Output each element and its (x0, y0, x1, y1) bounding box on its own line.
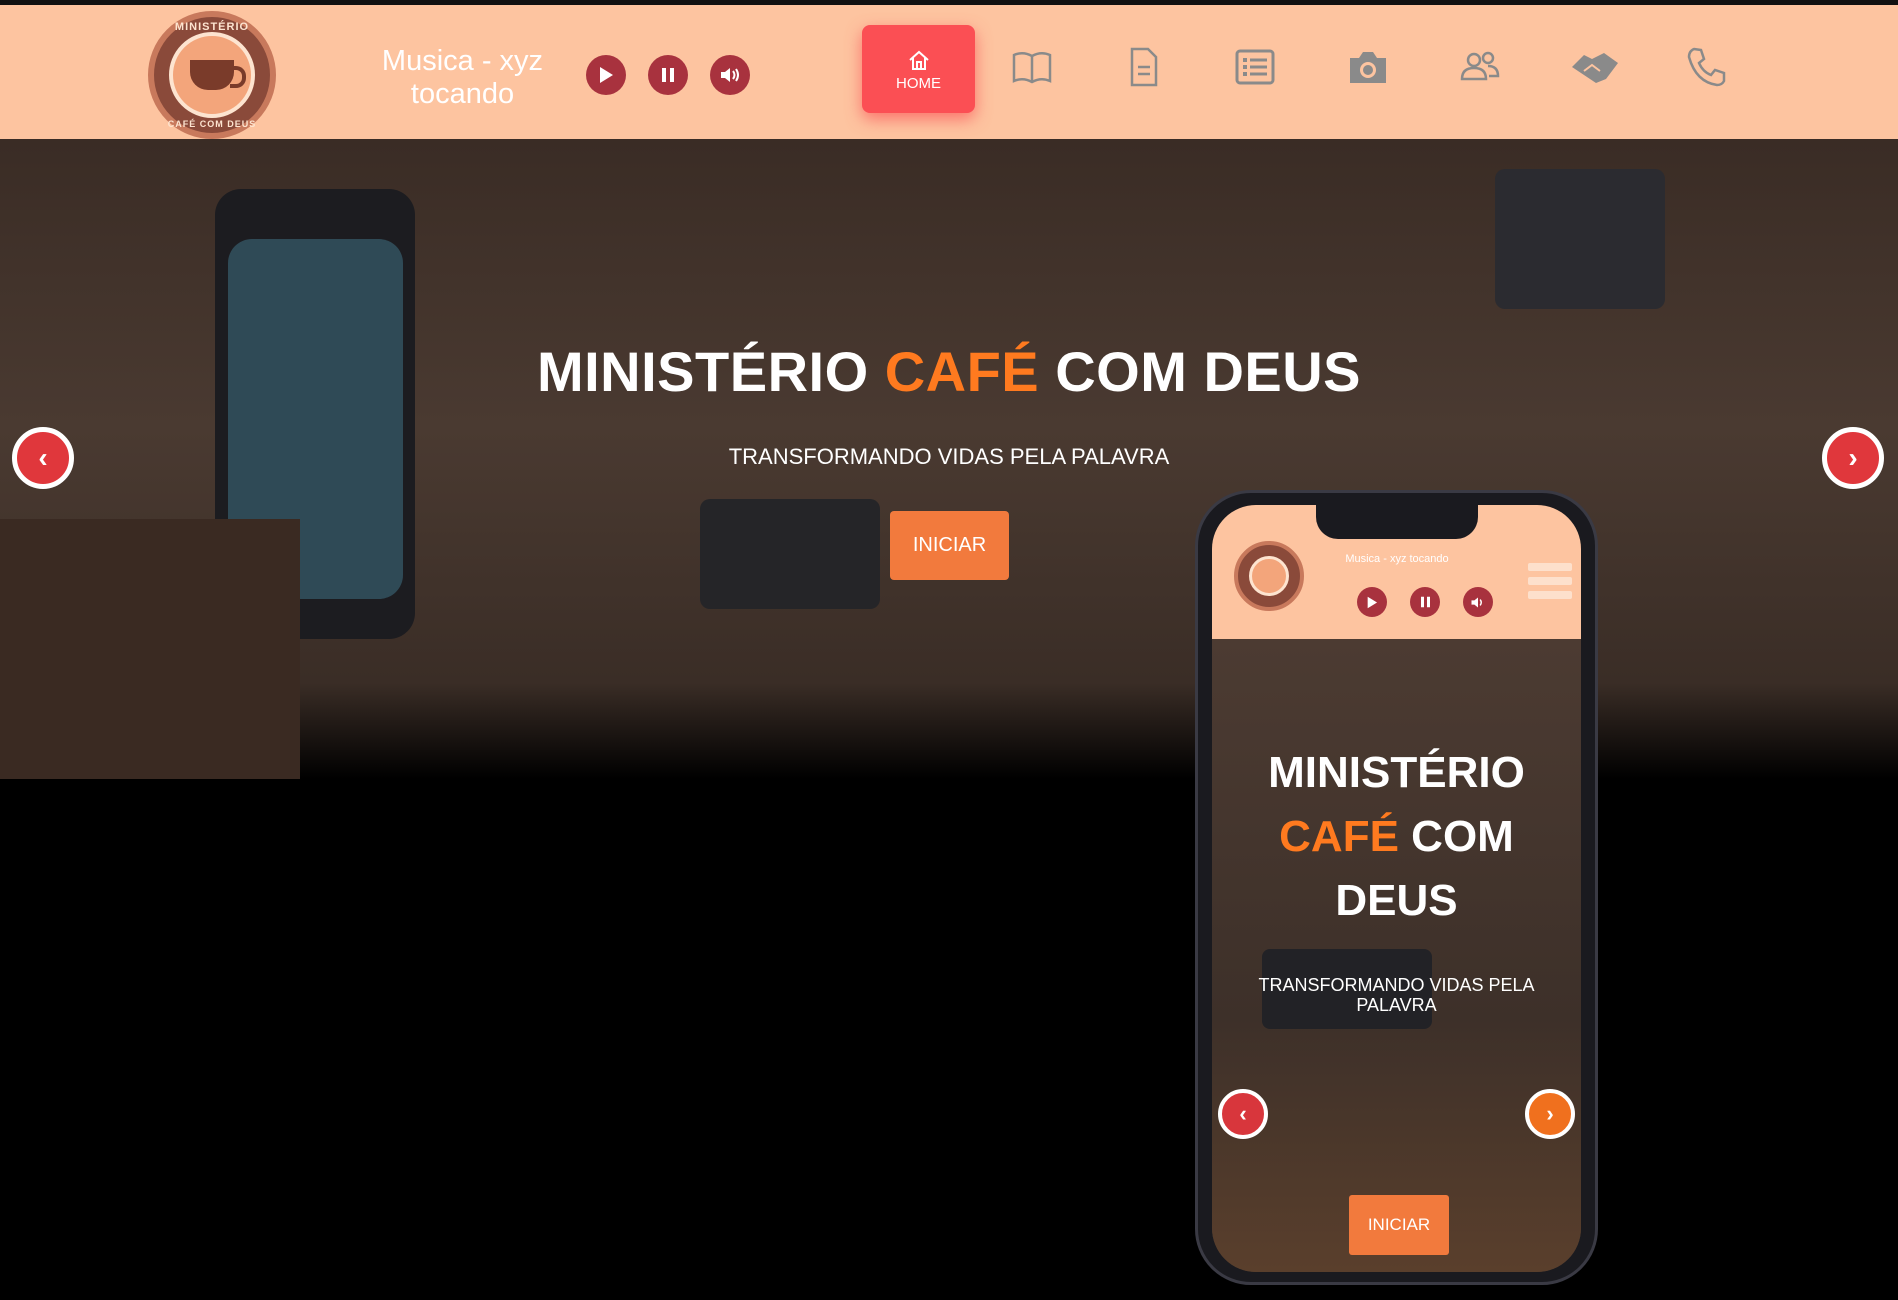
play-button[interactable] (586, 55, 626, 95)
mobile-preview-screen: Musica - xyz tocando MINISTÉRIO CAFÉ COM… (1212, 505, 1581, 1272)
logo-bottom-text: CAFÉ COM DEUS (167, 119, 257, 129)
slider-prev-button[interactable]: ‹ (12, 427, 74, 489)
hamburger-menu-icon[interactable] (1528, 563, 1572, 605)
mobile-hero-title: MINISTÉRIO CAFÉ COM DEUS (1212, 741, 1581, 933)
mobile-title-part1: MINISTÉRIO (1268, 748, 1525, 797)
list-icon[interactable] (1233, 45, 1277, 89)
now-playing-text: Musica - xyz tocando (381, 45, 544, 110)
background-camera-image (700, 499, 880, 609)
book-icon[interactable] (1010, 45, 1054, 89)
chevron-right-icon: › (1848, 442, 1858, 473)
chevron-right-icon: › (1546, 1101, 1554, 1126)
top-navbar: MINISTÉRIO CAFÉ COM DEUS Musica - xyz to… (0, 0, 1898, 139)
mobile-hero-subtitle: TRANSFORMANDO VIDAS PELA PALAVRA (1258, 975, 1535, 1015)
mobile-logo[interactable] (1234, 541, 1304, 611)
chevron-left-icon: ‹ (38, 442, 48, 473)
mobile-slider-prev-button[interactable]: ‹ (1218, 1089, 1268, 1139)
handshake-icon[interactable] (1570, 45, 1620, 89)
background-tripod-image (0, 519, 300, 779)
mobile-title-part3: COM (1411, 812, 1514, 861)
logo-top-text: MINISTÉRIO (174, 21, 250, 33)
hero-subtitle: TRANSFORMANDO VIDAS PELA PALAVRA (728, 444, 1170, 469)
volume-button[interactable] (710, 55, 750, 95)
slider-next-button[interactable]: › (1822, 427, 1884, 489)
mobile-pause-button[interactable] (1410, 587, 1440, 617)
document-icon[interactable] (1122, 45, 1166, 89)
mobile-volume-button[interactable] (1463, 587, 1493, 617)
mobile-hero (1212, 639, 1581, 1272)
coffee-cup-icon (169, 32, 255, 118)
nav-home-button[interactable]: HOME (862, 25, 975, 113)
hero-slider: MINISTÉRIO CAFÉ COM DEUS TRANSFORMANDO V… (0, 139, 1898, 779)
start-button[interactable]: INICIAR (890, 511, 1009, 580)
mobile-play-button[interactable] (1357, 587, 1387, 617)
hero-title-part3: COM DEUS (1055, 340, 1362, 403)
users-icon[interactable] (1458, 45, 1502, 89)
pause-icon (1420, 596, 1430, 608)
pause-icon (662, 68, 674, 82)
camera-icon[interactable] (1346, 45, 1390, 89)
mobile-preview-frame: Musica - xyz tocando MINISTÉRIO CAFÉ COM… (1195, 490, 1598, 1285)
mobile-title-part4: DEUS (1335, 876, 1458, 925)
nav-home-label: HOME (896, 75, 941, 92)
pause-button[interactable] (648, 55, 688, 95)
chevron-left-icon: ‹ (1239, 1101, 1247, 1126)
phone-icon[interactable] (1684, 45, 1728, 89)
background-tripod-phone-image (1495, 169, 1665, 309)
volume-icon (721, 68, 739, 82)
hero-title-part1: MINISTÉRIO (536, 340, 869, 403)
mobile-start-button[interactable]: INICIAR (1349, 1195, 1449, 1255)
hero-title: MINISTÉRIO CAFÉ COM DEUS (0, 339, 1898, 404)
ministry-logo[interactable]: MINISTÉRIO CAFÉ COM DEUS (148, 11, 276, 139)
mobile-now-playing: Musica - xyz tocando (1345, 553, 1449, 565)
volume-icon (1471, 596, 1482, 608)
play-icon (600, 67, 613, 83)
mobile-title-highlight: CAFÉ (1279, 812, 1399, 861)
mobile-slider-next-button[interactable]: › (1525, 1089, 1575, 1139)
home-icon (908, 50, 929, 70)
phone-notch (1316, 505, 1478, 539)
play-icon (1367, 596, 1378, 608)
hero-title-highlight: CAFÉ (884, 340, 1040, 403)
